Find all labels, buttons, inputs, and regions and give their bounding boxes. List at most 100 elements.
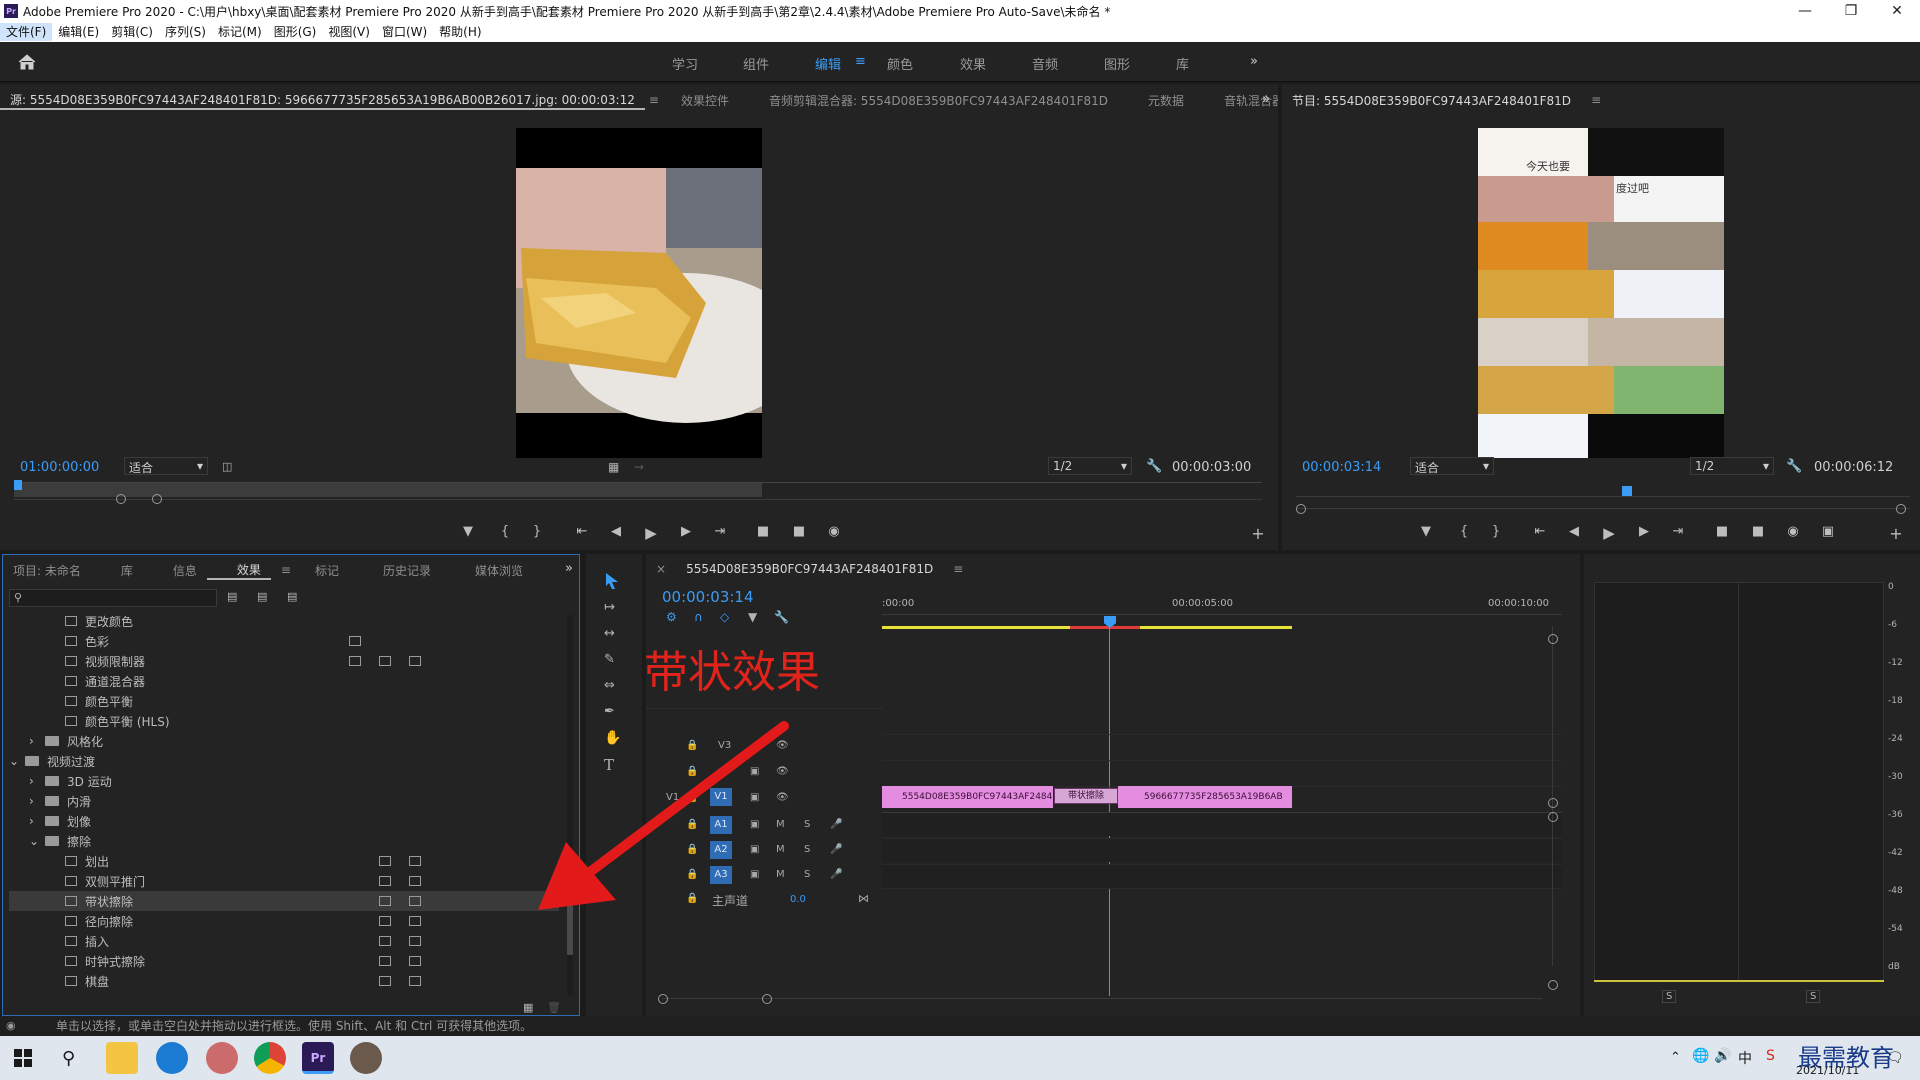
effects-item[interactable]: 双侧平推门 bbox=[9, 871, 559, 891]
source-go-to-in-icon[interactable]: ⇤ bbox=[572, 524, 592, 539]
source-step-forward-icon[interactable]: ▶ bbox=[676, 524, 696, 539]
timeline-tab-menu-icon[interactable]: ≡ bbox=[943, 562, 973, 576]
timeline-v-handle-bottom[interactable] bbox=[1548, 980, 1558, 990]
timeline-h-scrolltrack[interactable] bbox=[662, 998, 1542, 999]
tab-history[interactable]: 历史记录 bbox=[349, 562, 441, 579]
timeline-timecode[interactable]: 00:00:03:14 bbox=[662, 588, 754, 606]
effects-folder[interactable]: › 内滑 bbox=[9, 791, 559, 811]
accelerated-effects-filter-icon[interactable]: ▤ bbox=[227, 590, 237, 603]
workspace-libraries[interactable]: 库 bbox=[1176, 54, 1189, 73]
menu-file[interactable]: 文件(F) bbox=[0, 23, 53, 41]
effects-folder[interactable]: › 划像 bbox=[9, 811, 559, 831]
linked-selection-icon[interactable]: ∩ bbox=[694, 610, 703, 624]
timeline-h-handle-left[interactable] bbox=[658, 994, 668, 1004]
menu-clip[interactable]: 剪辑(C) bbox=[105, 23, 159, 41]
program-zoom-handle-right[interactable] bbox=[1896, 504, 1906, 514]
delete-icon[interactable]: 🗑 bbox=[547, 1001, 561, 1014]
effects-item[interactable]: 棋盘 bbox=[9, 971, 559, 991]
selection-tool-icon[interactable] bbox=[604, 572, 620, 590]
source-export-frame-icon[interactable]: ◉ bbox=[824, 524, 844, 539]
source-zoom-handle-right[interactable] bbox=[152, 494, 162, 504]
workspace-assembly[interactable]: 组件 bbox=[743, 54, 769, 73]
razor-tool-icon[interactable]: ✎ bbox=[604, 652, 615, 667]
add-marker-icon[interactable]: ▼ bbox=[748, 610, 757, 624]
snap-icon[interactable]: ⚙ bbox=[666, 610, 677, 624]
file-explorer-icon[interactable] bbox=[106, 1042, 138, 1074]
tab-program-menu-icon[interactable]: ≡ bbox=[1581, 93, 1611, 107]
menu-sequence[interactable]: 序列(S) bbox=[159, 23, 212, 41]
tab-project[interactable]: 项目: 未命名 bbox=[3, 562, 91, 579]
tab-effects[interactable]: 效果 bbox=[206, 561, 271, 580]
effects-item[interactable]: 插入 bbox=[9, 931, 559, 951]
source-add-marker-icon[interactable]: ▼ bbox=[458, 524, 478, 539]
source-zoom-track[interactable] bbox=[14, 499, 1262, 500]
chevron-down-icon[interactable]: ⌄ bbox=[29, 834, 45, 848]
source-play-icon[interactable]: ▶ bbox=[641, 524, 661, 542]
chrome-icon[interactable] bbox=[254, 1042, 286, 1074]
notification-icon[interactable]: 🗨 bbox=[1886, 1050, 1904, 1066]
chevron-right-icon[interactable]: › bbox=[29, 814, 45, 828]
source-resolution-dropdown[interactable]: 1/2 ▾ bbox=[1048, 457, 1132, 475]
meter-solo-left[interactable]: S bbox=[1662, 990, 1677, 1003]
master-lane[interactable] bbox=[882, 888, 1562, 912]
timeline-a-handle[interactable] bbox=[1548, 812, 1558, 822]
new-bin-icon[interactable]: ▦ bbox=[523, 1001, 533, 1014]
tab-library[interactable]: 库 bbox=[91, 562, 143, 579]
program-step-back-icon[interactable]: ◀ bbox=[1564, 524, 1584, 539]
network-icon[interactable]: 🌐 bbox=[1692, 1048, 1709, 1064]
timeline-v-handle-top[interactable] bbox=[1548, 634, 1558, 644]
timeline-tab-close-icon[interactable]: × bbox=[646, 562, 676, 576]
effects-folder[interactable]: ⌄ 视频过渡 bbox=[9, 751, 559, 771]
chevron-right-icon[interactable]: › bbox=[29, 794, 45, 808]
program-go-to-in-icon[interactable]: ⇤ bbox=[1530, 524, 1550, 539]
menu-help[interactable]: 帮助(H) bbox=[433, 23, 487, 41]
effects-search-input[interactable]: ⚲ bbox=[9, 589, 217, 607]
source-go-to-out-icon[interactable]: ⇥ bbox=[710, 524, 730, 539]
track-select-tool-icon[interactable]: ↦ bbox=[604, 600, 615, 615]
tab-info[interactable]: 信息 bbox=[143, 562, 207, 579]
tab-source-menu-icon[interactable]: ≡ bbox=[645, 93, 663, 107]
program-step-forward-icon[interactable]: ▶ bbox=[1634, 524, 1654, 539]
solo-button[interactable]: S bbox=[804, 844, 810, 855]
timeline-v-handle-mid[interactable] bbox=[1548, 798, 1558, 808]
slip-tool-icon[interactable]: ⇔ bbox=[604, 678, 615, 693]
workspace-editing[interactable]: 编辑 bbox=[815, 54, 841, 73]
chevron-right-icon[interactable]: › bbox=[29, 734, 45, 748]
v3-lane[interactable] bbox=[882, 734, 1562, 758]
tab-markers[interactable]: 标记 bbox=[301, 562, 349, 579]
meter-solo-right[interactable]: S bbox=[1806, 990, 1821, 1003]
workspace-overflow-icon[interactable]: » bbox=[1250, 54, 1258, 69]
app-icon[interactable] bbox=[206, 1042, 238, 1074]
yuv-effects-filter-icon[interactable]: ▤ bbox=[287, 590, 297, 603]
solo-button[interactable]: S bbox=[804, 819, 810, 830]
program-resolution-dropdown[interactable]: 1/2 ▾ bbox=[1690, 457, 1774, 475]
effects-folder[interactable]: › 风格化 bbox=[9, 731, 559, 751]
program-extract-icon[interactable]: ■ bbox=[1748, 524, 1768, 539]
timeline-h-handle-right[interactable] bbox=[762, 994, 772, 1004]
source-insert-icon[interactable]: ■ bbox=[753, 524, 773, 539]
source-drag-audio-icon[interactable]: ⇝ bbox=[634, 460, 644, 474]
program-zoom-track[interactable] bbox=[1296, 508, 1910, 509]
effects-tabs-overflow-icon[interactable]: » bbox=[565, 561, 573, 576]
effects-item[interactable]: 时钟式擦除 bbox=[9, 951, 559, 971]
restore-button[interactable]: ❐ bbox=[1828, 0, 1874, 22]
effects-item[interactable]: 视频限制器 bbox=[9, 651, 559, 671]
effects-item[interactable]: 颜色平衡 (HLS) bbox=[9, 711, 559, 731]
effects-item[interactable]: 色彩 bbox=[9, 631, 559, 651]
avatar-app-icon[interactable] bbox=[350, 1042, 382, 1074]
workspace-learn[interactable]: 学习 bbox=[672, 54, 698, 73]
program-fit-dropdown[interactable]: 适合 ▾ bbox=[1410, 457, 1494, 475]
workspace-graphics[interactable]: 图形 bbox=[1104, 54, 1130, 73]
effects-folder[interactable]: › 3D 运动 bbox=[9, 771, 559, 791]
effects-item[interactable]: 更改颜色 bbox=[9, 611, 559, 631]
menu-window[interactable]: 窗口(W) bbox=[376, 23, 433, 41]
program-export-frame-icon[interactable]: ◉ bbox=[1783, 524, 1803, 539]
program-playhead[interactable] bbox=[1622, 486, 1632, 496]
effects-item[interactable]: 划出 bbox=[9, 851, 559, 871]
source-mark-out-icon[interactable]: } bbox=[527, 524, 547, 539]
menu-view[interactable]: 视图(V) bbox=[322, 23, 376, 41]
workspace-menu-icon[interactable]: ≡ bbox=[855, 54, 866, 69]
source-mark-in-icon[interactable]: { bbox=[495, 524, 515, 539]
source-settings-icon[interactable]: ◫ bbox=[222, 460, 232, 473]
home-icon[interactable] bbox=[18, 54, 36, 70]
